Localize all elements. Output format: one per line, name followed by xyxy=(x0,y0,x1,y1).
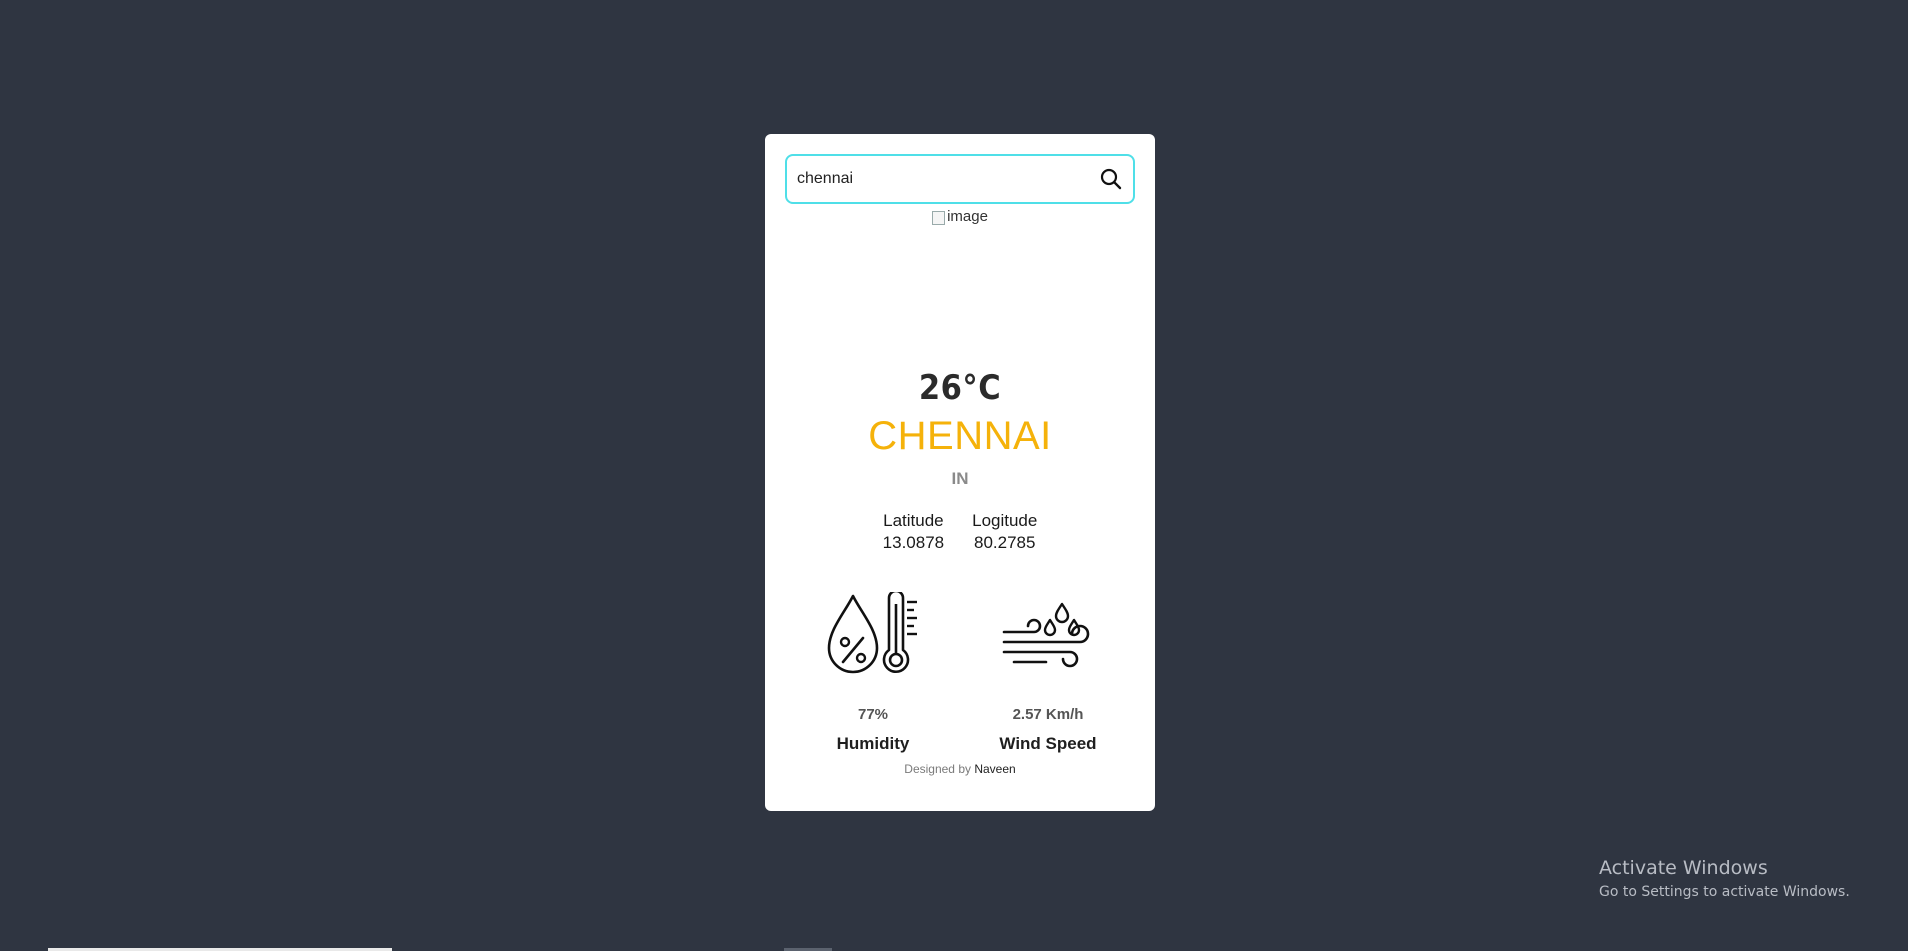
search-input[interactable] xyxy=(797,170,1097,188)
longitude-label: Logitude xyxy=(972,511,1038,530)
humidity-stat: 77% Humidity xyxy=(793,590,953,754)
page: image 26°C CHENNAI IN Latitude 13.0878 L… xyxy=(0,0,1908,951)
weather-image: image xyxy=(765,208,1155,228)
city-name: CHENNAI xyxy=(868,414,1052,458)
humidity-icon xyxy=(827,592,917,674)
weather-card: image 26°C CHENNAI IN Latitude 13.0878 L… xyxy=(765,134,1155,811)
search-bar xyxy=(785,154,1135,204)
weather-stats: 77% Humidity 2.57 Km/h Wind Speed xyxy=(765,590,1155,770)
footer-credit: Designed by Naveen xyxy=(765,762,1155,776)
humidity-value: 77% xyxy=(857,706,889,723)
longitude: Logitude 80.2785 xyxy=(972,510,1037,554)
country-code: IN xyxy=(951,469,969,488)
search-button[interactable] xyxy=(1097,165,1125,193)
broken-image-icon xyxy=(932,210,946,225)
wind-icon xyxy=(1002,602,1090,668)
search-icon xyxy=(1100,168,1122,190)
footer-author: Naveen xyxy=(974,762,1016,776)
latitude-label: Latitude xyxy=(883,511,944,530)
activate-windows-watermark: Activate Windows Go to Settings to activ… xyxy=(1599,856,1850,902)
wind-label: Wind Speed xyxy=(999,734,1097,753)
humidity-label: Humidity xyxy=(836,734,910,753)
activate-title: Activate Windows xyxy=(1599,857,1768,879)
wind-stat: 2.57 Km/h Wind Speed xyxy=(968,590,1128,754)
footer-prefix: Designed by xyxy=(904,762,971,776)
weather-image-alt: image xyxy=(947,208,988,225)
latitude-value: 13.0878 xyxy=(882,533,945,552)
temperature: 26°C xyxy=(918,368,1002,408)
wind-value: 2.57 Km/h xyxy=(1012,706,1084,723)
activate-subtitle: Go to Settings to activate Windows. xyxy=(1599,884,1850,900)
latitude: Latitude 13.0878 xyxy=(883,510,944,554)
longitude-value: 80.2785 xyxy=(974,533,1036,552)
coordinates: Latitude 13.0878 Logitude 80.2785 xyxy=(765,510,1155,554)
